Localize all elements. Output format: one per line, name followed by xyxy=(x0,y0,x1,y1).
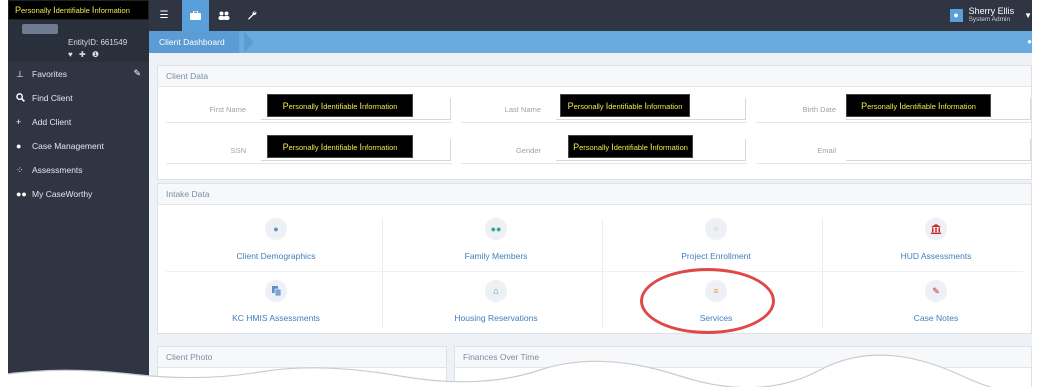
tile-housing-reservations[interactable]: ⌂ Housing Reservations xyxy=(386,275,606,331)
home-icon: ⌂ xyxy=(485,280,507,302)
sidebar-item-label: Assessments xyxy=(32,165,83,175)
panel-title: Finances Over Time xyxy=(455,347,1031,368)
sidebar-item-label: Case Management xyxy=(32,141,104,151)
pii-redaction-box: Personally Identifiable Information xyxy=(568,135,693,158)
panel-title: Client Photo xyxy=(158,347,446,368)
user-name: Sherry Ellis xyxy=(968,6,1015,16)
chevron-down-icon: ▼ xyxy=(1024,10,1032,20)
app-frame: Personally Identifiable Information Enti… xyxy=(0,0,1040,387)
top-bar: ☰ ● Sherry Ellis System Admin ▼ xyxy=(149,0,1040,31)
user-icon: ● xyxy=(265,218,287,240)
pin-icon: ⊥ xyxy=(16,68,24,79)
plus-icon: + xyxy=(16,117,22,127)
sidebar: Personally Identifiable Information Enti… xyxy=(8,0,149,387)
tile-hud-assessments[interactable]: HUD Assessments xyxy=(826,213,1040,269)
edit-icon: ✎ xyxy=(925,280,947,302)
client-photo-panel: Client Photo xyxy=(157,346,447,387)
field-label: Last Name xyxy=(504,105,541,114)
sidebar-item-add-client[interactable]: + Add Client xyxy=(8,110,149,134)
divider xyxy=(166,271,1023,272)
breadcrumb-item-client-dashboard[interactable]: Client Dashboard xyxy=(149,31,239,53)
field-label: Gender xyxy=(515,146,541,155)
documents-icon xyxy=(265,280,287,302)
entity-block: EntityID: 661549 ♥ ✚ ❶ xyxy=(8,20,149,62)
pii-redaction-box: Personally Identifiable Information xyxy=(267,135,413,158)
ssn-field: SSN Personally Identifiable Information xyxy=(166,134,452,164)
client-field-row: First Name Personally Identifiable Infor… xyxy=(166,93,1032,123)
pii-redaction-banner: Personally Identifiable Information xyxy=(8,0,149,20)
entity-id: EntityID: 661549 xyxy=(68,38,128,47)
menu-icon[interactable]: ☰ xyxy=(153,4,175,26)
field-label: First Name xyxy=(209,105,246,114)
briefcase-icon[interactable] xyxy=(182,0,209,31)
client-data-panel: Client Data First Name Personally Identi… xyxy=(157,65,1032,180)
intake-data-panel: Intake Data ● Client Demographics ●● Fam… xyxy=(157,183,1032,334)
gender-field: Gender Personally Identifiable Informati… xyxy=(461,134,747,164)
sidebar-item-label: My CaseWorthy xyxy=(32,189,93,199)
bank-icon xyxy=(925,218,947,240)
tile-client-demographics[interactable]: ● Client Demographics xyxy=(166,213,386,269)
tile-project-enrollment[interactable]: ⁘ Project Enrollment xyxy=(606,213,826,269)
spinner-icon: ⁘ xyxy=(16,164,24,175)
spinner-icon: ⁘ xyxy=(705,218,727,240)
sidebar-nav: ⊥ Favorites ✎ Find Client + Add Client ●… xyxy=(8,62,149,206)
spinner-icon[interactable]: ● xyxy=(1027,37,1032,46)
tile-label: Housing Reservations xyxy=(454,313,538,323)
search-icon xyxy=(16,92,32,104)
tile-family-members[interactable]: ●● Family Members xyxy=(386,213,606,269)
main-content: Client Data First Name Personally Identi… xyxy=(149,53,1040,387)
tile-label: Family Members xyxy=(464,251,528,261)
avatar xyxy=(22,24,58,34)
user-role: System Admin xyxy=(968,16,1011,23)
sidebar-item-label: Add Client xyxy=(32,117,72,127)
pii-redaction-box: Personally Identifiable Information xyxy=(846,94,991,117)
tile-label: Client Demographics xyxy=(236,251,316,261)
entity-status-icons[interactable]: ♥ ✚ ❶ xyxy=(68,50,101,59)
intake-grid: ● Client Demographics ●● Family Members … xyxy=(166,213,1023,333)
user-avatar-icon: ● xyxy=(949,8,963,22)
tile-label: HUD Assessments xyxy=(900,251,972,261)
finances-over-time-panel: Finances Over Time xyxy=(454,346,1032,387)
users-icon: ●● xyxy=(485,218,507,240)
breadcrumb: Client Dashboard ● xyxy=(149,31,1040,53)
first-name-field: First Name Personally Identifiable Infor… xyxy=(166,93,452,123)
sidebar-item-case-management[interactable]: ● Case Management xyxy=(8,134,149,158)
sidebar-item-label: Favorites xyxy=(32,69,67,79)
tile-label: KC HMIS Assessments xyxy=(232,313,320,323)
email-field: Email xyxy=(756,134,1032,164)
field-label: Email xyxy=(817,146,836,155)
wrench-icon[interactable] xyxy=(241,4,263,26)
sidebar-item-find-client[interactable]: Find Client xyxy=(8,86,149,110)
panel-title: Client Data xyxy=(158,66,1031,87)
tile-label: Project Enrollment xyxy=(681,251,751,261)
client-field-row: SSN Personally Identifiable Information … xyxy=(166,134,1032,164)
tile-case-notes[interactable]: ✎ Case Notes xyxy=(826,275,1040,331)
annotation-highlight-ring xyxy=(640,268,775,334)
users-icon: ●● xyxy=(16,189,27,199)
tile-label: Case Notes xyxy=(913,313,959,323)
sidebar-item-my-caseworthy[interactable]: ●● My CaseWorthy xyxy=(8,182,149,206)
field-label: Birth Date xyxy=(802,105,836,114)
user-menu[interactable]: ● Sherry Ellis System Admin ▼ xyxy=(949,3,1032,27)
sidebar-item-favorites[interactable]: ⊥ Favorites ✎ xyxy=(8,62,149,86)
breadcrumb-arrow xyxy=(244,31,254,53)
panel-title: Intake Data xyxy=(158,184,1031,205)
birth-date-field: Birth Date Personally Identifiable Infor… xyxy=(756,93,1032,123)
pencil-icon[interactable]: ✎ xyxy=(133,68,141,79)
email-input[interactable] xyxy=(846,139,1031,161)
last-name-field: Last Name Personally Identifiable Inform… xyxy=(461,93,747,123)
pii-redaction-box: Personally Identifiable Information xyxy=(267,94,413,117)
users-icon[interactable] xyxy=(213,4,235,26)
pii-redaction-box: Personally Identifiable Information xyxy=(560,94,690,117)
user-icon: ● xyxy=(16,141,22,151)
sidebar-item-label: Find Client xyxy=(32,93,73,103)
sidebar-item-assessments[interactable]: ⁘ Assessments xyxy=(8,158,149,182)
tile-kc-hmis-assessments[interactable]: KC HMIS Assessments xyxy=(166,275,386,331)
field-label: SSN xyxy=(230,146,246,155)
pii-text: Personally Identifiable Information xyxy=(15,5,130,15)
